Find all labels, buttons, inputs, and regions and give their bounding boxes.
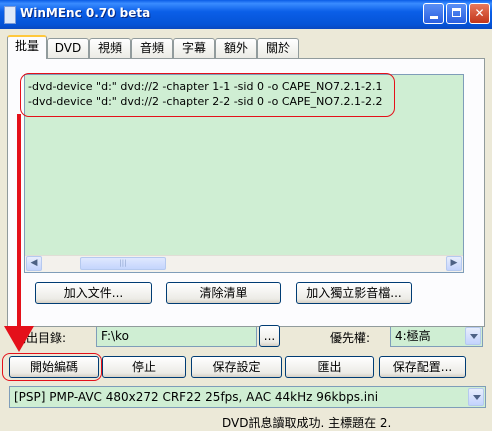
save-config-button[interactable]: 保存配置... xyxy=(379,356,466,378)
start-encoding-button[interactable]: 開始編碼 xyxy=(9,356,99,378)
scroll-thumb[interactable]: ||| xyxy=(80,257,166,270)
maximize-button[interactable] xyxy=(446,3,467,24)
chevron-right-icon: ▶ xyxy=(450,258,458,268)
chevron-left-icon: ◀ xyxy=(30,258,38,268)
clear-list-button[interactable]: 清除清單 xyxy=(166,282,281,304)
tab-dvd[interactable]: DVD xyxy=(47,38,89,58)
priority-label: 優先權: xyxy=(330,331,371,345)
output-dir-field[interactable]: F:\ko xyxy=(96,325,257,347)
output-dir-label: 輸出目錄: xyxy=(14,331,67,345)
minimize-icon xyxy=(429,16,438,19)
export-button[interactable]: 匯出 xyxy=(285,356,374,378)
horizontal-scrollbar[interactable]: ◀ ||| ▶ xyxy=(25,255,463,272)
status-text: DVD訊息讀取成功. 主標題在 2. xyxy=(222,416,392,430)
list-item[interactable]: -dvd-device "d:" dvd://2 -chapter 2-2 -s… xyxy=(28,95,382,108)
tab-extra[interactable]: 額外 xyxy=(215,38,257,58)
priority-value: 4:極高 xyxy=(395,329,431,343)
close-icon: ✕ xyxy=(474,6,485,20)
list-item[interactable]: -dvd-device "d:" dvd://2 -chapter 1-1 -s… xyxy=(28,80,382,93)
add-file-button[interactable]: 加入文件... xyxy=(35,282,152,304)
tab-about[interactable]: 關於 xyxy=(257,38,299,58)
tab-subtitle[interactable]: 字幕 xyxy=(173,38,215,58)
close-button[interactable]: ✕ xyxy=(469,3,490,24)
chevron-down-icon[interactable] xyxy=(468,388,484,406)
title-bar: WinMEnc 0.70 beta ✕ xyxy=(0,0,492,29)
batch-list[interactable]: -dvd-device "d:" dvd://2 -chapter 1-1 -s… xyxy=(24,74,464,273)
save-settings-button[interactable]: 保存設定 xyxy=(191,356,282,378)
profile-select[interactable]: [PSP] PMP-AVC 480x272 CRF22 25fps, AAC 4… xyxy=(9,386,486,408)
priority-select[interactable]: 4:極高 xyxy=(390,325,483,347)
profile-value: [PSP] PMP-AVC 480x272 CRF22 25fps, AAC 4… xyxy=(14,390,379,404)
scroll-left-button[interactable]: ◀ xyxy=(26,256,42,271)
chevron-down-icon[interactable] xyxy=(465,327,481,345)
stop-button[interactable]: 停止 xyxy=(102,356,186,378)
tab-video[interactable]: 視頻 xyxy=(89,38,131,58)
browse-button[interactable]: ... xyxy=(259,325,280,347)
window-title: WinMEnc 0.70 beta xyxy=(20,6,151,20)
maximize-icon xyxy=(452,8,461,17)
tab-audio[interactable]: 音頻 xyxy=(131,38,173,58)
tab-batch[interactable]: 批量 xyxy=(7,35,47,59)
scroll-right-button[interactable]: ▶ xyxy=(446,256,462,271)
add-standalone-file-button[interactable]: 加入獨立影音檔... xyxy=(296,282,412,304)
minimize-button[interactable] xyxy=(423,3,444,24)
app-icon xyxy=(4,6,16,24)
